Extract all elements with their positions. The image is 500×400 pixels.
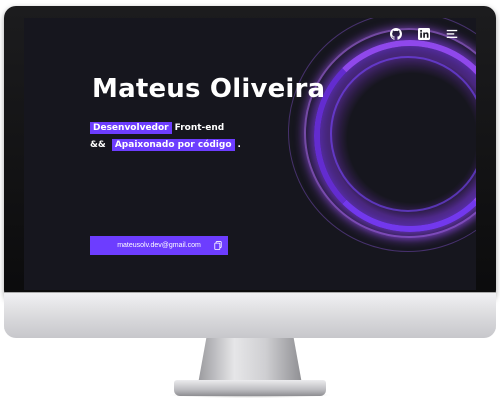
screen: Mateus Oliveira Desenvolvedor Front-end &… — [24, 18, 476, 290]
email-copy-button[interactable]: mateusolv.dev@gmail.com — [90, 236, 228, 255]
github-icon[interactable] — [390, 28, 402, 40]
ring-decoration — [330, 56, 476, 212]
subtitle-suffix: . — [237, 140, 241, 150]
page-title: Mateus Oliveira — [92, 74, 326, 104]
highlight-desenvolvedor: Desenvolvedor — [90, 122, 172, 134]
subtitle-text: Front-end — [174, 123, 225, 133]
subtitle-line-2: && Apaixonado por código. — [90, 139, 241, 151]
linkedin-icon[interactable] — [418, 28, 430, 40]
top-nav — [390, 28, 458, 40]
highlight-apaixonado: Apaixonado por código — [111, 139, 235, 151]
email-text: mateusolv.dev@gmail.com — [117, 242, 201, 249]
monitor-chin — [4, 292, 496, 338]
subtitle-line-1: Desenvolvedor Front-end — [90, 122, 225, 134]
monitor-stand-base — [174, 380, 326, 396]
monitor-stand-neck — [198, 338, 302, 384]
subtitle-prefix: && — [90, 140, 106, 150]
copy-icon[interactable] — [214, 241, 222, 250]
menu-icon[interactable] — [446, 28, 458, 40]
